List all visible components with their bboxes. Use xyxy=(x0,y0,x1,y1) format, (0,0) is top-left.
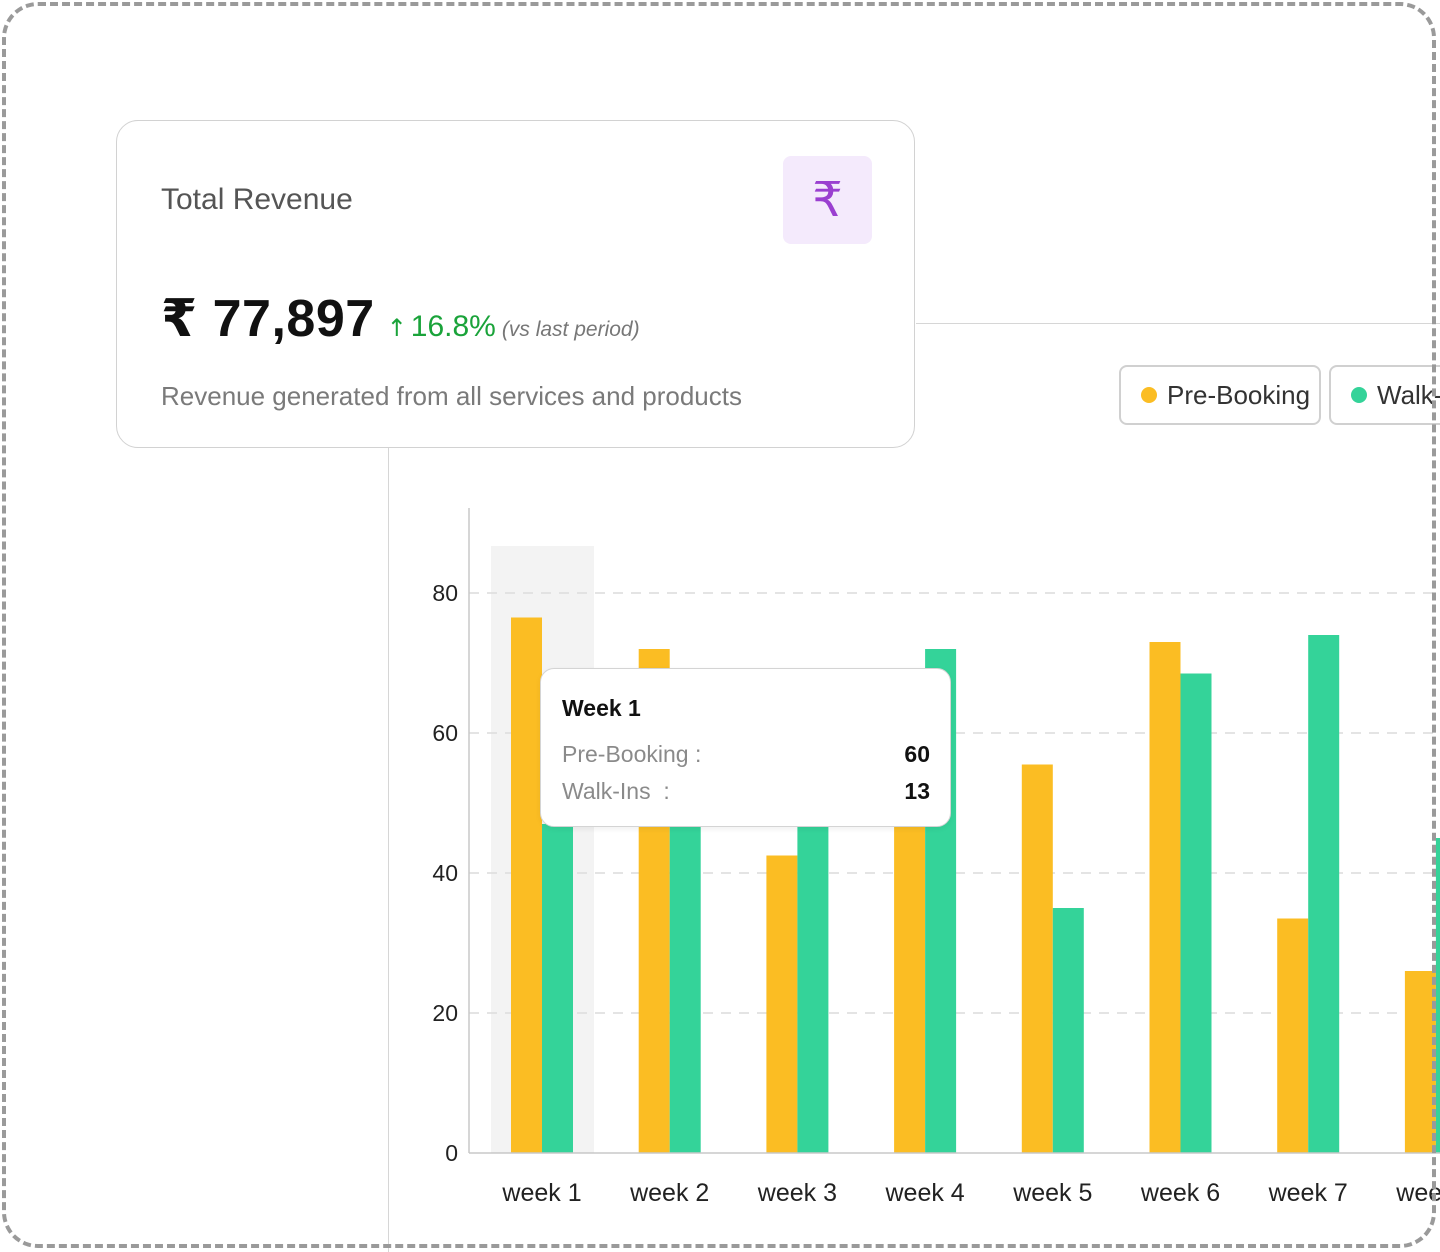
tooltip-value: 13 xyxy=(904,778,930,804)
card-value-row: ₹ 77,897 ↑ 16.8% (vs last period) xyxy=(161,289,640,349)
legend-label: Pre-Booking xyxy=(1167,379,1311,410)
y-tick-label: 0 xyxy=(445,1140,458,1166)
x-tick-label: week 2 xyxy=(629,1179,709,1207)
bar-walk-ins xyxy=(797,824,829,1153)
x-tick-label: week 1 xyxy=(501,1179,581,1207)
revenue-value: ₹ 77,897 xyxy=(161,290,375,348)
tooltip-value: 60 xyxy=(904,741,930,767)
bar-walk-ins xyxy=(542,824,573,1153)
x-tick-label: week 4 xyxy=(884,1179,964,1207)
bar-pre-booking xyxy=(1149,642,1181,1153)
x-tick-label: week 8 xyxy=(1395,1179,1440,1207)
compare-text: (vs last period) xyxy=(501,318,640,341)
change-percent: 16.8% xyxy=(410,310,496,343)
x-tick-label: week 3 xyxy=(757,1179,837,1207)
bar-pre-booking xyxy=(511,617,542,1153)
bar-pre-booking xyxy=(1021,764,1053,1153)
bar-pre-booking xyxy=(1277,918,1309,1153)
bar-walk-ins xyxy=(1308,635,1340,1153)
bar-walk-ins xyxy=(1435,838,1440,1153)
tooltip-label: Pre-Booking : xyxy=(562,741,702,767)
tooltip-row: Walk-Ins : 13 xyxy=(562,778,930,805)
y-tick-label: 80 xyxy=(432,580,458,606)
y-tick-label: 20 xyxy=(432,1000,458,1026)
bar-pre-booking xyxy=(894,824,926,1153)
y-tick-label: 60 xyxy=(432,720,458,746)
legend-label: Walk-Ins xyxy=(1377,379,1440,410)
pre-booking-dot-icon xyxy=(1141,387,1157,403)
bar-pre-booking xyxy=(1404,971,1436,1153)
y-tick-label: 40 xyxy=(432,860,458,886)
legend-pre-booking[interactable]: Pre-Booking xyxy=(1119,365,1321,425)
total-revenue-card: Total Revenue ₹ ₹ 77,897 ↑ 16.8% (vs las… xyxy=(116,120,915,448)
tooltip-label: Walk-Ins : xyxy=(562,778,670,804)
arrow-up-icon: ↑ xyxy=(386,314,407,342)
card-title: Total Revenue xyxy=(161,183,353,216)
bar-walk-ins xyxy=(1052,908,1084,1153)
legend-walk-ins[interactable]: Walk-Ins xyxy=(1329,365,1440,425)
x-tick-label: week 5 xyxy=(1012,1179,1092,1207)
bar-pre-booking xyxy=(766,855,798,1153)
chart-tooltip: Week 1 Pre-Booking : 60 Walk-Ins : 13 xyxy=(540,668,951,827)
bar-walk-ins xyxy=(1180,673,1212,1153)
card-description: Revenue generated from all services and … xyxy=(161,381,742,411)
x-tick-label: week 6 xyxy=(1140,1179,1220,1207)
tooltip-row: Pre-Booking : 60 xyxy=(562,741,930,768)
tooltip-title: Week 1 xyxy=(562,695,641,721)
rupee-icon: ₹ xyxy=(783,156,872,244)
bar-walk-ins xyxy=(669,824,701,1153)
walk-ins-dot-icon xyxy=(1351,387,1367,403)
x-tick-label: week 7 xyxy=(1268,1179,1348,1207)
